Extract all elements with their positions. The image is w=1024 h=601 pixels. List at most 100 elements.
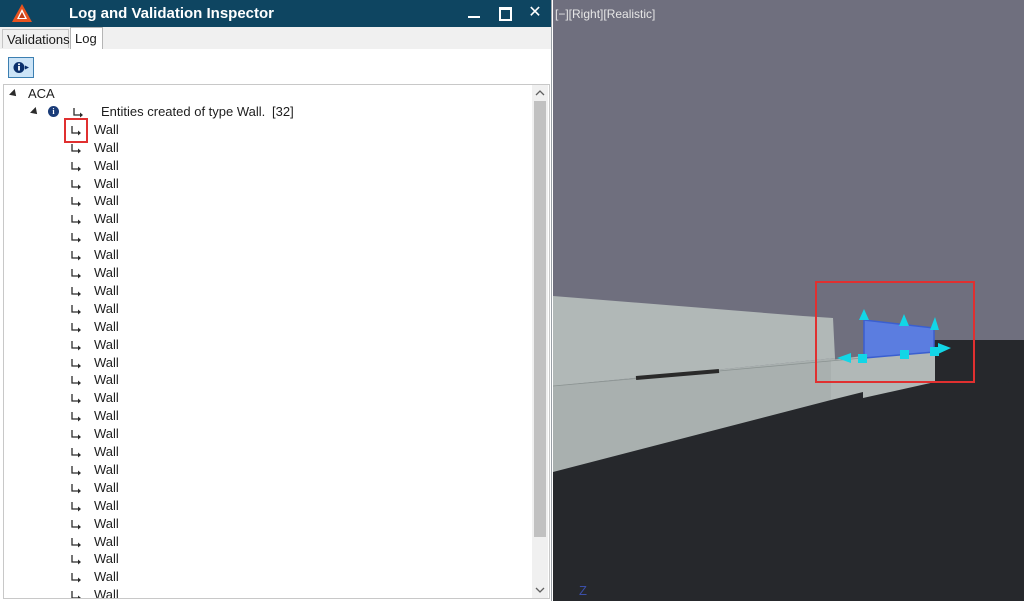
close-icon: ✕	[528, 4, 542, 21]
tree-item-wall[interactable]: Wall	[4, 192, 534, 210]
tree-item-wall[interactable]: Wall	[4, 371, 534, 389]
tree-node-label: Entities created of type Wall.	[101, 103, 266, 119]
tree-item-wall[interactable]: Wall	[4, 264, 534, 282]
tree-item-wall[interactable]: Wall	[4, 479, 534, 497]
maximize-button[interactable]	[494, 3, 516, 23]
tree-item-label: Wall	[94, 211, 119, 227]
tree-item-label: Wall	[94, 121, 119, 137]
child-arrow-icon	[70, 553, 82, 565]
tree-item-wall[interactable]: Wall	[4, 210, 534, 228]
tree-item-label: Wall	[94, 354, 119, 370]
tree-item-label: Wall	[94, 193, 119, 209]
child-arrow-icon	[70, 410, 82, 422]
tree-item-label: Wall	[94, 282, 119, 298]
tree-item-label: Wall	[94, 175, 119, 191]
tab-strip: Validations Log	[0, 27, 551, 50]
child-arrow-icon	[70, 249, 82, 261]
tree-item-label: Wall	[94, 229, 119, 245]
vertical-scrollbar[interactable]	[532, 85, 548, 598]
child-arrow-icon	[70, 500, 82, 512]
tree-item-wall[interactable]: Wall	[4, 318, 534, 336]
child-arrow-icon	[70, 571, 82, 583]
highlight-box	[64, 118, 88, 143]
tab-validations[interactable]: Validations	[2, 29, 70, 48]
info-filter-button[interactable]	[8, 57, 34, 78]
viewport-label[interactable]: [−][Right][Realistic]	[555, 7, 655, 21]
tree-item-wall[interactable]: Wall	[4, 461, 534, 479]
tree-item-label: Wall	[94, 426, 119, 442]
grip-arrow-top-middle[interactable]	[899, 314, 909, 326]
grip-square-middle[interactable]	[900, 350, 909, 359]
tree-item-wall[interactable]: Wall	[4, 389, 534, 407]
tree-item-wall[interactable]: Wall	[4, 354, 534, 372]
tree-item-wall[interactable]: Wall	[4, 282, 534, 300]
tree-node-root[interactable]: ACA	[4, 85, 534, 103]
tree-item-wall[interactable]: Wall	[4, 228, 534, 246]
tree-item-label: Wall	[94, 372, 119, 388]
maximize-icon	[499, 7, 512, 21]
title-bar[interactable]: Log and Validation Inspector ✕	[0, 0, 551, 27]
child-arrow-icon	[70, 536, 82, 548]
app-logo-icon	[12, 4, 32, 22]
collapse-arrow-icon[interactable]	[30, 106, 40, 117]
tree-item-wall[interactable]: Wall	[4, 407, 534, 425]
tree-item-label: Wall	[94, 265, 119, 280]
tree-item-wall[interactable]: Wall	[4, 300, 534, 318]
axis-z-label: Z	[579, 583, 587, 598]
child-arrow-icon	[70, 142, 82, 154]
viewport-scene[interactable]	[553, 0, 1024, 601]
tree-item-wall[interactable]: Wall	[4, 568, 534, 586]
grip-arrow-top-right[interactable]	[930, 317, 939, 330]
minimize-button[interactable]	[463, 3, 485, 23]
minimize-icon	[468, 16, 480, 18]
tree-item-label: Wall	[94, 515, 119, 531]
tree-item-wall[interactable]: Wall	[4, 550, 534, 568]
tree-item-label: Wall	[94, 479, 119, 495]
tab-log[interactable]: Log	[70, 27, 103, 50]
child-arrow-icon	[70, 339, 82, 351]
entity-count: [32]	[272, 103, 294, 119]
child-arrow-icon	[70, 231, 82, 243]
grip-square-right[interactable]	[930, 347, 939, 356]
log-tree[interactable]: ACA i Entities created of type Wall. [32] Wa…	[3, 84, 550, 599]
child-arrow-icon	[70, 392, 82, 404]
collapse-arrow-icon[interactable]	[9, 89, 19, 99]
child-arrow-icon	[70, 589, 82, 598]
log-validation-inspector-panel: Log and Validation Inspector ✕ Validatio…	[0, 0, 552, 601]
grip-square-left[interactable]	[858, 354, 867, 363]
tree-item-label: Wall	[94, 247, 119, 263]
grip-arrow-top-left[interactable]	[859, 309, 869, 320]
tree-item-label: Wall	[94, 157, 119, 173]
tree-item-wall-partial[interactable]: Wall	[4, 586, 534, 599]
tree-item-label: Wall	[94, 569, 119, 585]
tree-item-label: Wall	[94, 587, 119, 599]
tree-item-wall[interactable]: Wall	[4, 515, 534, 533]
child-arrow-icon	[70, 267, 82, 279]
tree-item-wall[interactable]: Wall	[4, 443, 534, 461]
scroll-down-icon[interactable]	[532, 582, 548, 598]
child-arrow-icon	[70, 160, 82, 172]
tree-item-label: Wall	[94, 461, 119, 477]
tree-item-label: Wall	[94, 139, 119, 155]
scrollbar-thumb[interactable]	[534, 101, 546, 537]
3d-viewport[interactable]: [−][Right][Realistic] Z	[553, 0, 1024, 601]
tree-item-label: Wall	[94, 390, 119, 406]
tree-item-label: Wall	[94, 336, 119, 352]
tree-item-wall[interactable]: Wall	[4, 175, 534, 193]
tree-item-wall[interactable]: Wall	[4, 157, 534, 175]
tree-item-wall[interactable]: Wall	[4, 246, 534, 264]
tree-item-wall[interactable]: Wall	[4, 497, 534, 515]
close-button[interactable]: ✕	[524, 3, 546, 23]
tree-node-label: ACA	[28, 86, 55, 101]
child-arrow-icon	[70, 285, 82, 297]
selected-wall[interactable]	[863, 319, 935, 359]
child-arrow-icon	[70, 357, 82, 369]
tree-item-wall[interactable]: Wall	[4, 425, 534, 443]
scroll-up-icon[interactable]	[532, 85, 548, 101]
child-arrow-icon	[70, 428, 82, 440]
tree-item-label: Wall	[94, 533, 119, 549]
tree-item-wall[interactable]: Wall	[4, 533, 534, 551]
tree-item-wall[interactable]: Wall	[4, 336, 534, 354]
info-icon: i	[48, 105, 59, 117]
child-arrow-icon	[70, 195, 82, 207]
